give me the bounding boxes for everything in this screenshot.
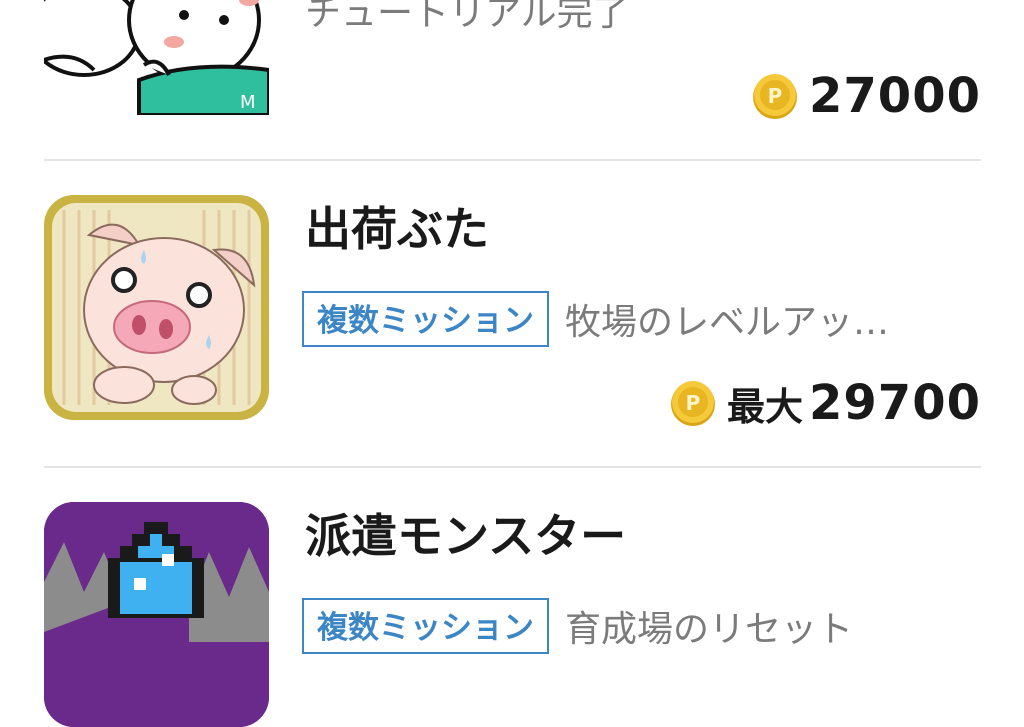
multi-mission-badge: 複数ミッション	[302, 598, 549, 654]
svg-text:P: P	[768, 84, 783, 108]
reward-points: 27000	[809, 68, 981, 124]
item-subtitle: チュートリアル完了	[305, 0, 629, 34]
app-title: 出荷ぶた	[305, 202, 489, 256]
pixel-monster-app-icon	[44, 502, 269, 727]
mission-row: 複数ミッション 牧場のレベルアッ…	[302, 288, 889, 350]
reward-points: 29700	[809, 375, 981, 431]
reward: P 最大 29700	[669, 375, 981, 431]
mission-description: 育成場のリセット	[565, 609, 854, 650]
pig-app-icon	[44, 195, 269, 420]
multi-mission-badge: 複数ミッション	[302, 291, 549, 347]
mission-description: 牧場のレベルアッ…	[565, 302, 890, 343]
svg-text:M: M	[240, 92, 256, 113]
point-coin-icon: P	[670, 381, 715, 426]
reward: P 27000	[751, 68, 981, 124]
point-coin-icon: P	[753, 74, 797, 119]
reward-prefix: 最大	[726, 384, 803, 429]
mission-row: 複数ミッション 育成場のリセット	[302, 595, 853, 657]
list-item[interactable]: 派遣モンスター 複数ミッション 育成場のリセット	[44, 468, 981, 727]
cartoon-character-app-icon: M	[44, 0, 269, 115]
list-item[interactable]: 出荷ぶた 複数ミッション 牧場のレベルアッ… P 最大 29700	[44, 161, 981, 466]
item-subtitle-row: チュートリアル完了	[302, 0, 629, 40]
svg-text:P: P	[686, 391, 701, 415]
list-item[interactable]: M チュートリアル完了 P 27000	[44, 0, 981, 160]
app-title: 派遣モンスター	[305, 509, 627, 563]
